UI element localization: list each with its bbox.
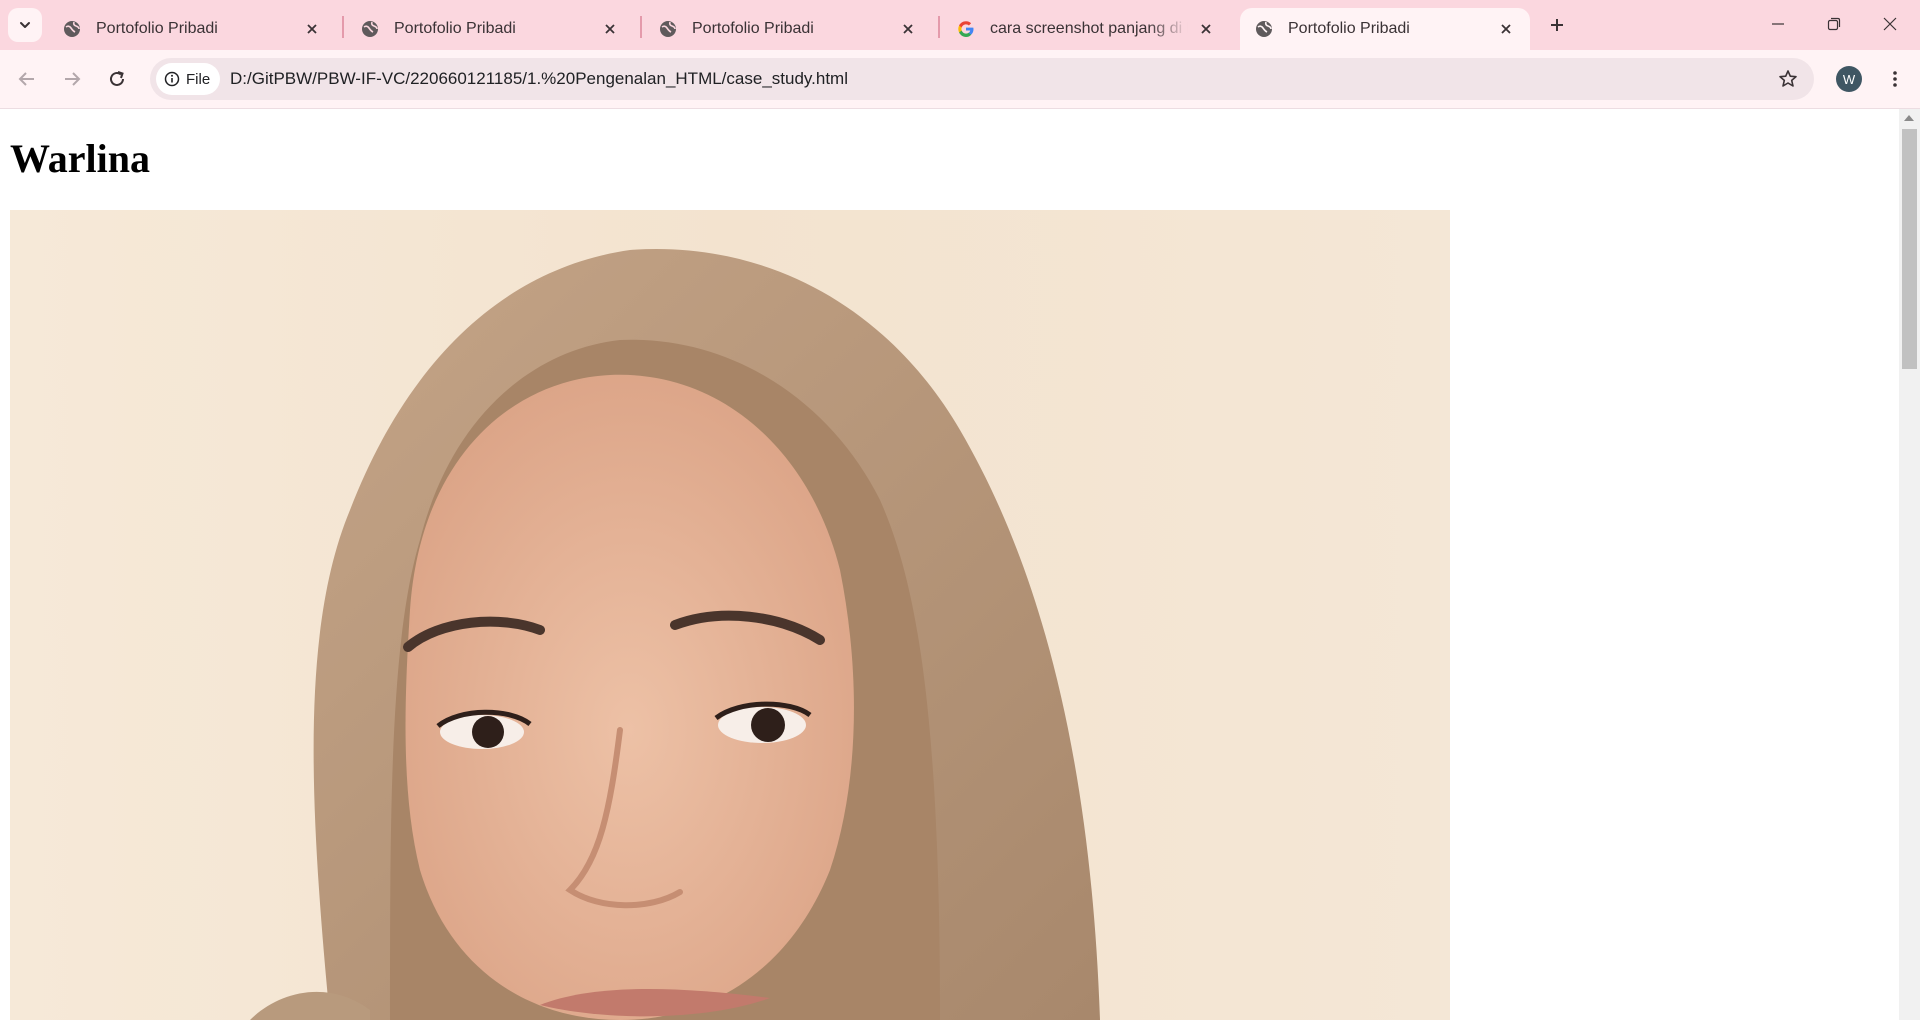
globe-icon (360, 19, 380, 39)
restore-icon (1827, 17, 1841, 31)
scrollbar-thumb[interactable] (1902, 129, 1917, 369)
tab-strip: Portofolio Pribadi Portofolio Pribadi Po… (0, 0, 1920, 50)
tab-title: Portofolio Pribadi (1288, 20, 1410, 37)
site-info-chip[interactable]: File (156, 63, 221, 95)
tab-1[interactable]: Portofolio Pribadi (48, 8, 336, 50)
minimize-button[interactable] (1750, 4, 1806, 44)
chevron-down-icon (20, 22, 30, 28)
browser-menu-button[interactable] (1880, 64, 1910, 94)
tab-2[interactable]: Portofolio Pribadi (346, 8, 634, 50)
tab-separator (342, 16, 344, 38)
back-button[interactable] (10, 62, 44, 96)
globe-icon (62, 19, 82, 39)
address-bar[interactable]: File D:/GitPBW/PBW-IF-VC/220660121185/1.… (150, 58, 1814, 100)
globe-icon (1254, 19, 1274, 39)
url-text[interactable]: D:/GitPBW/PBW-IF-VC/220660121185/1.%20Pe… (230, 69, 848, 89)
tab-search-button[interactable] (8, 8, 42, 42)
tab-3[interactable]: Portofolio Pribadi (644, 8, 932, 50)
tab-title: Portofolio Pribadi (394, 20, 516, 37)
arrow-left-icon (18, 72, 34, 86)
page-viewport: Warlina (0, 109, 1899, 1020)
page-scrollbar[interactable] (1899, 109, 1920, 1020)
close-icon (1883, 17, 1897, 31)
reload-icon (110, 71, 124, 86)
close-window-button[interactable] (1862, 4, 1918, 44)
arrow-right-icon (65, 72, 81, 86)
info-icon (164, 71, 180, 87)
bookmark-button[interactable] (1776, 67, 1800, 91)
page-heading: Warlina (10, 136, 151, 181)
more-vertical-icon (1893, 71, 1897, 87)
tab-title: Portofolio Pribadi (692, 20, 814, 37)
forward-button[interactable] (55, 62, 89, 96)
reload-button[interactable] (100, 62, 134, 96)
close-tab-icon[interactable] (1196, 19, 1216, 39)
google-icon (956, 19, 976, 39)
close-tab-icon[interactable] (1496, 19, 1516, 39)
close-tab-icon[interactable] (302, 19, 322, 39)
globe-icon (658, 19, 678, 39)
tab-separator (938, 16, 940, 38)
tab-separator (640, 16, 642, 38)
profile-avatar[interactable]: W (1836, 66, 1862, 92)
tab-4[interactable]: cara screenshot panjang di laptop (942, 8, 1230, 50)
scheme-label: File (186, 70, 211, 88)
star-icon (1779, 70, 1797, 87)
scroll-up-arrow-icon[interactable] (1904, 115, 1914, 121)
restore-button[interactable] (1806, 4, 1862, 44)
new-tab-button[interactable] (1542, 10, 1572, 40)
portrait-photo (10, 210, 1450, 1020)
tab-title: cara screenshot panjang di laptop (990, 20, 1188, 37)
minimize-icon (1772, 23, 1784, 25)
plus-icon (1551, 19, 1563, 31)
tab-title: Portofolio Pribadi (96, 20, 218, 37)
close-tab-icon[interactable] (898, 19, 918, 39)
tab-5-active[interactable]: Portofolio Pribadi (1240, 8, 1530, 50)
browser-toolbar: File D:/GitPBW/PBW-IF-VC/220660121185/1.… (0, 50, 1920, 109)
close-tab-icon[interactable] (600, 19, 620, 39)
